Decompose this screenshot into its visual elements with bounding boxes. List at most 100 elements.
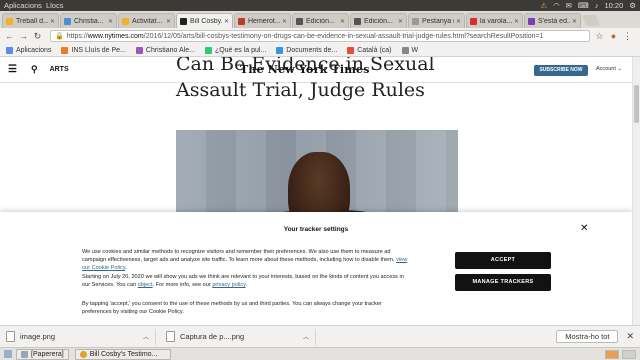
mail-icon[interactable]: ✉ [566,0,572,11]
browser-tab[interactable]: Activitat... ✕ [118,13,175,28]
wifi-icon[interactable]: ◠ [553,0,560,11]
taskbar-item[interactable]: Bill Cosby's Testimo... [74,348,171,360]
manage-trackers-button[interactable]: MANAGE TRACKERS [455,274,551,291]
close-icon[interactable]: ✕ [398,18,403,25]
bookmark-item[interactable]: Christiano Ale... [135,46,195,54]
os-menu-applications[interactable]: Aplicacions [4,0,42,11]
new-tab-button[interactable] [581,15,601,26]
browser-tab[interactable]: Christia... ✕ [60,13,117,28]
subscribe-button[interactable]: SUBSCRIBE NOW [534,65,588,76]
tab-label: Bill Cosby... [190,17,222,25]
workspace-1[interactable] [605,349,619,359]
bookmark-favicon-icon [204,46,212,54]
tab-label: S'està ed... [538,17,570,25]
object-link[interactable]: object [138,282,153,288]
profile-avatar[interactable]: ● [608,31,619,41]
tab-label: Edición... [364,17,393,25]
close-icon[interactable]: ✕ [166,18,171,25]
os-menu-places[interactable]: Llocs [46,0,64,11]
volume-icon[interactable]: ♪ [595,0,599,11]
bookmark-label: Documents de... [286,46,338,54]
tab-favicon-icon [238,17,245,25]
tab-label: Pestanya nova [422,17,454,25]
bookmark-favicon-icon [401,46,409,54]
account-menu[interactable]: Account ⌄ [596,66,622,72]
bookmark-label: Català (ca) [357,46,392,54]
star-icon[interactable]: ☆ [594,31,605,42]
hamburger-menu-icon[interactable]: ☰ [8,64,17,75]
system-tray: ⚠ ◠ ✉ ⌨ ♪ 10:20 ⚙ [540,0,636,11]
browser-tab[interactable]: Hemerot... ✕ [234,13,291,28]
download-item[interactable]: Captura de p....png ︿ [166,328,316,345]
workspace-2[interactable] [622,349,636,359]
keyboard-icon[interactable]: ⌨ [578,0,589,11]
bookmark-favicon-icon [276,46,284,54]
close-icon[interactable]: ✕ [572,18,577,25]
section-label[interactable]: ARTS [50,66,69,73]
bookmark-item[interactable]: Aplicacions [6,46,51,54]
banner-paragraph: By tapping 'accept,' you consent to the … [82,300,412,316]
show-all-button[interactable]: Mostra-ho tot [556,330,619,343]
close-icon[interactable]: ✕ [626,331,634,342]
chrome-icon [79,350,87,358]
banner-paragraph: Starting on July 20, 2020 we will show y… [82,274,404,288]
menu-icon[interactable]: ⋮ [622,31,633,42]
bookmark-label: W [411,46,419,54]
close-icon[interactable]: ✕ [108,18,113,25]
bookmark-item[interactable]: W [401,46,419,54]
browser-tab[interactable]: Edición... ✕ [350,13,407,28]
workspace-switcher[interactable] [605,349,636,359]
search-icon[interactable]: ⚲ [31,64,38,75]
download-item[interactable]: image.png ︿ [6,328,156,345]
os-menu: Aplicacions Llocs [4,0,63,11]
privacy-policy-link[interactable]: privacy policy [212,282,245,288]
web-page: ☰ ⚲ ARTS The New York Times SUBSCRIBE NO… [0,57,632,325]
show-desktop-icon[interactable] [4,350,12,358]
taskbar-item[interactable]: [Paperera] [16,348,69,360]
close-icon[interactable]: ✕ [580,223,588,234]
back-icon[interactable]: ← [4,31,15,41]
file-icon [166,331,175,342]
article-headline: Can Be Evidence in Sexual Assault Trial,… [176,57,466,103]
browser-tab[interactable]: Edición... ✕ [292,13,349,28]
close-icon[interactable]: ✕ [282,18,287,25]
close-icon[interactable]: ✕ [456,18,461,25]
bookmark-item[interactable]: ¿Qué es la pul... [204,46,267,54]
browser-tab-active[interactable]: Bill Cosby...✕ [176,13,233,28]
tab-favicon-icon [528,17,535,25]
tab-bar: Treball d... ✕ Christia... ✕ Activitat... ✕… [0,11,640,28]
paragraph-text: By tapping 'accept,' you consent to the … [82,301,382,315]
bookmark-item[interactable]: Català (ca) [347,46,392,54]
browser-toolbar: ← → ↻ 🔒 https://www.nytimes.com/2016/12/… [0,28,640,44]
article-photo [176,130,458,218]
clock[interactable]: 10:20 [604,0,623,11]
close-icon[interactable]: ✕ [340,18,345,25]
bookmark-item[interactable]: Documents de... [276,46,338,54]
scrollbar-thumb[interactable] [634,85,639,123]
reload-icon[interactable]: ↻ [32,31,43,42]
bookmark-item[interactable]: INS Lluís de Pe... [61,46,126,54]
apps-icon [6,46,13,54]
forward-icon[interactable]: → [18,31,29,41]
chevron-up-icon[interactable]: ︿ [143,332,149,341]
browser-tab[interactable]: Pestanya nova✕ [408,13,465,28]
browser-tab[interactable]: S'està ed... ✕ [524,13,581,28]
url-path: /2016/12/05/arts/bill-cosbys-testimony-o… [143,32,544,40]
close-icon[interactable]: ✕ [514,18,519,25]
tab-favicon-icon [180,17,187,25]
chevron-up-icon[interactable]: ︿ [303,332,309,341]
accept-button[interactable]: ACCEPT [455,252,551,269]
close-icon[interactable]: ✕ [224,18,229,25]
bookmark-label: ¿Qué es la pul... [214,46,267,54]
photo-subject-head [288,152,350,218]
tab-label: Edición... [306,17,335,25]
address-bar[interactable]: 🔒 https://www.nytimes.com/2016/12/05/art… [50,30,590,42]
page-scrollbar[interactable] [632,57,640,325]
browser-tab[interactable]: la varola... ✕ [466,13,523,28]
power-icon[interactable]: ⚙ [629,0,636,11]
browser-tab[interactable]: Treball d... ✕ [2,13,59,28]
close-icon[interactable]: ✕ [50,18,55,25]
warning-icon[interactable]: ⚠ [540,0,547,11]
tab-favicon-icon [64,17,71,25]
bookmark-label: INS Lluís de Pe... [71,46,126,54]
